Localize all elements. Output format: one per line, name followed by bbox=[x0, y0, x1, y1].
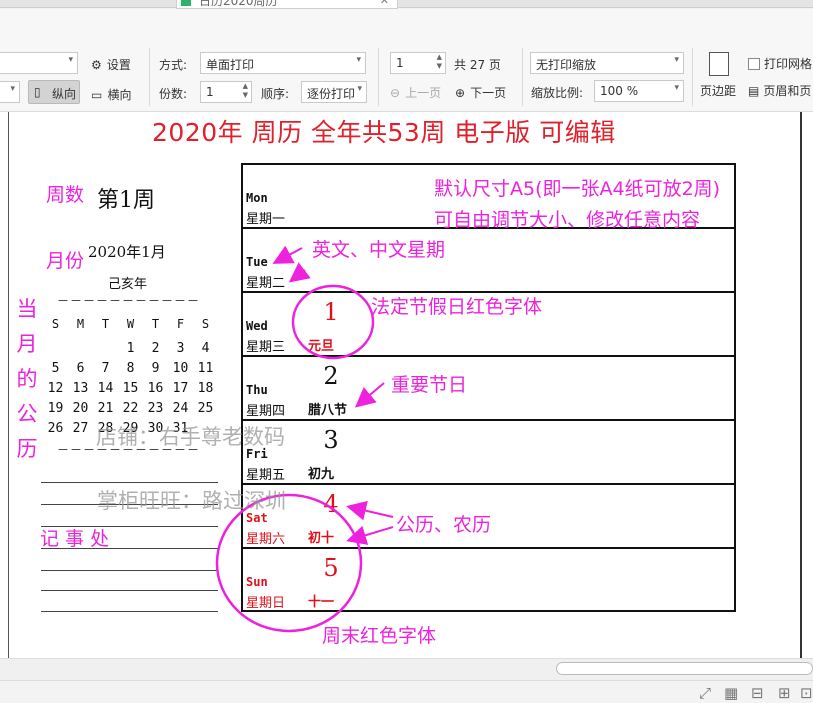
reading-mode-icon[interactable]: ⊡ bbox=[800, 684, 813, 702]
watermark-contact: 掌柜旺旺：路过深圳 bbox=[97, 489, 286, 513]
arrow-icon bbox=[272, 245, 303, 264]
arrow-icon bbox=[346, 500, 394, 521]
watermark-shop: 店铺：右手尊老数码 bbox=[96, 425, 285, 449]
status-bar bbox=[0, 680, 813, 703]
page-break-view-icon[interactable]: ⊟ bbox=[751, 684, 764, 702]
annotation-overlay bbox=[215, 245, 394, 633]
arrow-icon bbox=[288, 262, 311, 283]
arrow-icon bbox=[354, 382, 385, 408]
normal-view-icon[interactable]: ▦ bbox=[724, 684, 738, 702]
page-layout-view-icon[interactable]: ⊞ bbox=[778, 684, 791, 702]
scrollbar-thumb[interactable] bbox=[556, 662, 813, 675]
highlight-circle bbox=[291, 284, 375, 360]
highlight-circle bbox=[215, 493, 363, 633]
fullscreen-icon[interactable]: ⤢ bbox=[699, 684, 711, 702]
